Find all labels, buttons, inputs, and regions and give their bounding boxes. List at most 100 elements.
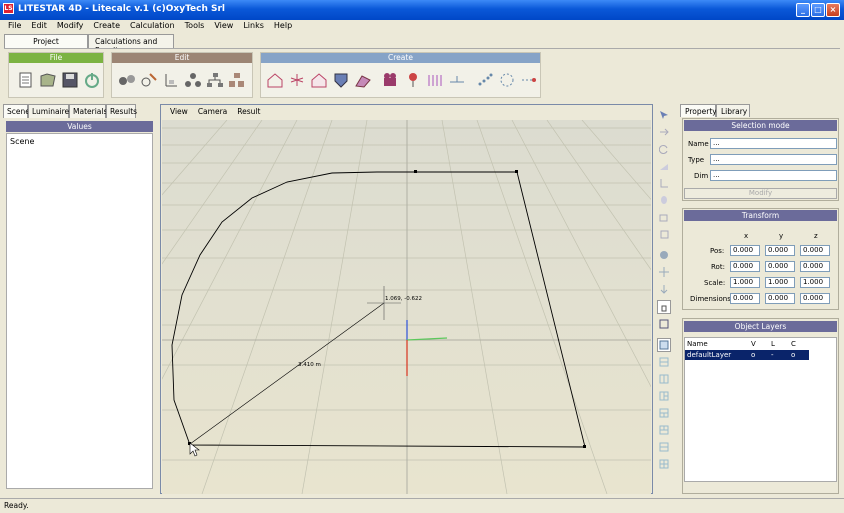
menu-modify[interactable]: Modify [52,20,89,33]
view-three-top-icon[interactable] [657,423,671,437]
tab-scene[interactable]: Scene [3,104,30,118]
pan-icon[interactable] [657,265,671,279]
layers-col-v: V [751,340,756,348]
luminaire-icon[interactable] [404,71,422,89]
view-single-icon[interactable] [657,338,671,352]
zoom-down-icon[interactable] [657,282,671,296]
shield-icon[interactable] [332,71,350,89]
grid-points-icon[interactable] [476,71,494,89]
array-icon[interactable] [426,71,444,89]
camera-icon[interactable] [382,71,400,89]
dim-field[interactable]: ... [710,170,837,181]
tab-results[interactable]: Results [106,104,137,118]
room-icon[interactable] [266,71,284,89]
save-icon[interactable] [61,71,79,89]
vertical-toolbar [657,104,673,474]
layer-locked[interactable]: - [771,351,774,359]
stack-icon[interactable] [228,71,246,89]
close-button[interactable]: × [826,3,840,17]
rot-x-field[interactable]: 0.000 [730,261,760,272]
viewport: View Camera Result 1.069, -0.622 3.410 m [160,104,653,494]
outdoor-icon[interactable] [288,71,306,89]
scale-z-field[interactable]: 1.000 [800,277,830,288]
layer-row[interactable]: defaultLayer o - o [685,350,809,360]
tab-property[interactable]: Property [680,104,717,117]
fit-view-icon[interactable] [657,317,671,331]
property-panel: Property Library Selection mode Name ...… [680,104,840,494]
dimensions-z-field[interactable]: 0.000 [800,293,830,304]
window-title: LITESTAR 4D - Litecalc v.1 (c)OxyTech Sr… [18,4,226,14]
dimensions-x-field[interactable]: 0.000 [730,293,760,304]
type-label: Type [688,156,705,164]
link-objects-icon[interactable] [118,71,136,89]
move-objects-icon[interactable] [140,71,158,89]
line-points-icon[interactable] [520,71,538,89]
minimize-button[interactable]: _ [796,3,810,17]
modify-button[interactable]: Modify [684,188,837,199]
pos-z-field[interactable]: 0.000 [800,245,830,256]
vertex-handle[interactable] [414,170,417,173]
view-three-icon[interactable] [657,389,671,403]
menu-links[interactable]: Links [238,20,269,33]
paste-icon[interactable] [657,227,671,241]
orbit-icon[interactable] [657,248,671,262]
copy-icon[interactable] [657,210,671,224]
vertex-handle[interactable] [583,445,586,448]
dimensions-y-field[interactable]: 0.000 [765,293,795,304]
viewport-menu-result[interactable]: Result [232,105,265,119]
align-icon[interactable] [162,71,180,89]
viewport-menu-camera[interactable]: Camera [193,105,232,119]
mirror-icon[interactable] [657,193,671,207]
menu-create[interactable]: Create [88,20,125,33]
building-icon[interactable] [310,71,328,89]
menu-calculation[interactable]: Calculation [125,20,180,33]
hand-icon[interactable] [657,300,671,314]
type-field[interactable]: ... [710,154,837,165]
circle-points-icon[interactable] [498,71,516,89]
extrude-icon[interactable] [657,176,671,190]
tab-calculations-results[interactable]: Calculations and Results [88,34,174,55]
maximize-button[interactable]: □ [811,3,825,17]
scale-icon[interactable] [657,159,671,173]
menu-view[interactable]: View [209,20,238,33]
menu-file[interactable]: File [3,20,26,33]
view-split-h-icon[interactable] [657,355,671,369]
view-split-v-icon[interactable] [657,372,671,386]
move-icon[interactable] [657,125,671,139]
rotate-icon[interactable] [657,142,671,156]
layer-calc[interactable]: o [791,351,795,359]
tab-library[interactable]: Library [716,104,750,117]
pos-x-field[interactable]: 0.000 [730,245,760,256]
pos-y-field[interactable]: 0.000 [765,245,795,256]
viewport-menu-view[interactable]: View [165,105,193,119]
tab-luminaires[interactable]: Luminaires [28,104,73,118]
stairs-icon[interactable] [354,71,372,89]
view-three-alt-icon[interactable] [657,406,671,420]
tab-project[interactable]: Project [4,34,88,48]
scene-tree-item[interactable]: Scene [10,137,149,146]
table-object-icon[interactable] [448,71,466,89]
layer-visible[interactable]: o [751,351,755,359]
3d-canvas[interactable]: 1.069, -0.622 3.410 m [162,120,651,494]
view-quad-icon[interactable] [657,457,671,471]
rot-z-field[interactable]: 0.000 [800,261,830,272]
tab-materials[interactable]: Materials [69,104,107,118]
view-three-bottom-icon[interactable] [657,440,671,454]
menu-tools[interactable]: Tools [180,20,210,33]
layers-col-name: Name [687,340,708,348]
scene-tree[interactable]: Scene [6,133,153,489]
name-field[interactable]: ... [710,138,837,149]
exit-icon[interactable] [83,71,101,89]
select-icon[interactable] [657,108,671,122]
rot-y-field[interactable]: 0.000 [765,261,795,272]
layer-name: defaultLayer [687,351,732,359]
new-file-icon[interactable] [17,71,35,89]
scale-y-field[interactable]: 1.000 [765,277,795,288]
hierarchy-icon[interactable] [206,71,224,89]
scale-x-field[interactable]: 1.000 [730,277,760,288]
open-file-icon[interactable] [39,71,57,89]
vertex-handle[interactable] [515,170,518,173]
group-icon[interactable] [184,71,202,89]
menu-edit[interactable]: Edit [26,20,52,33]
menu-help[interactable]: Help [269,20,297,33]
